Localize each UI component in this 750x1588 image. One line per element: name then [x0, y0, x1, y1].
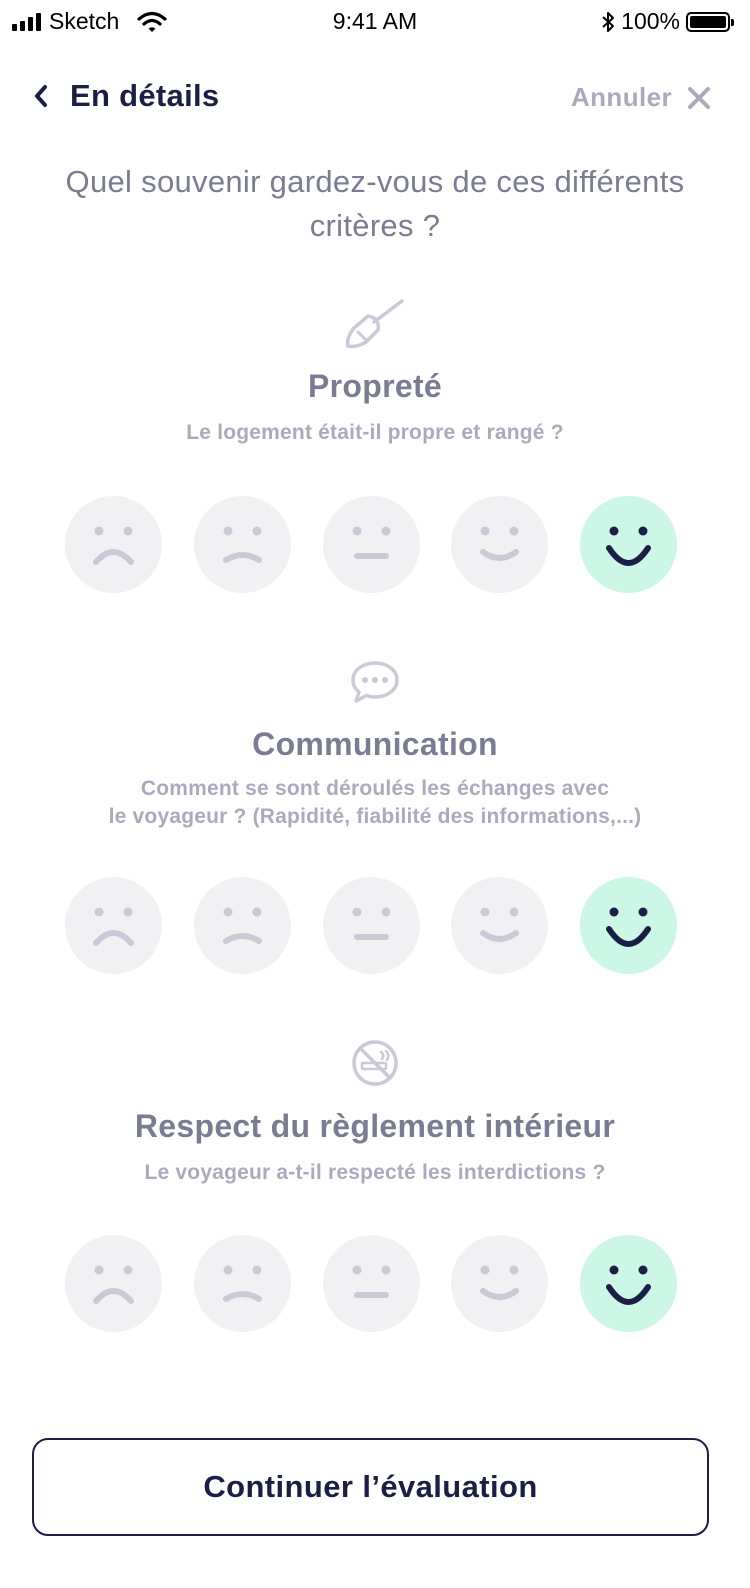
cancel-label: Annuler: [570, 82, 672, 112]
rating-face-neutral[interactable]: [322, 1235, 420, 1332]
rating-face-very-happy[interactable]: [580, 496, 677, 593]
rating-reglement: [65, 1235, 677, 1333]
criterion-subtitle: Le logement était-il propre et rangé ?: [186, 421, 564, 444]
sad-face-icon: [222, 526, 262, 563]
no-smoking-icon: [352, 1040, 398, 1086]
rating-face-neutral[interactable]: [322, 877, 420, 974]
rating-face-very-happy[interactable]: [580, 877, 677, 974]
rating-proprete: [65, 496, 677, 594]
neutral-face-icon: [352, 1265, 390, 1298]
happy-face-icon: [480, 1265, 520, 1300]
happy-face-icon: [480, 907, 520, 942]
page-title: En détails: [70, 78, 220, 113]
rating-face-very-happy[interactable]: [580, 1235, 677, 1332]
back-button[interactable]: En détails: [30, 78, 219, 114]
rating-face-very-sad[interactable]: [65, 1235, 162, 1332]
criterion-subtitle-line-1: Comment se sont déroulés les échanges av…: [140, 777, 610, 800]
rating-face-sad[interactable]: [193, 877, 291, 974]
broom-icon: [345, 299, 404, 349]
very-happy-face-icon: [606, 907, 651, 947]
criterion-subtitle-line-2: le voyageur ? (Rapidité, fiabilité des i…: [108, 805, 642, 828]
criterion-subtitle: Le voyageur a-t-il respecté les interdic…: [144, 1161, 606, 1184]
sad-face-icon: [222, 907, 262, 944]
very-happy-face-icon: [606, 1265, 651, 1305]
rating-face-happy[interactable]: [451, 496, 549, 593]
cancel-button[interactable]: Annuler: [571, 82, 712, 113]
very-happy-face-icon: [606, 526, 651, 566]
very-sad-face-icon: [93, 1265, 134, 1304]
happy-face-icon: [480, 526, 520, 561]
status-bar: Sketch 9:41 AM 100%: [0, 0, 750, 44]
very-sad-face-icon: [93, 907, 134, 946]
chevron-left-icon: [35, 85, 47, 107]
question-text: Quel souvenir gardez-vous de ces différe…: [65, 164, 685, 243]
rating-face-very-sad[interactable]: [65, 877, 162, 974]
rating-face-sad[interactable]: [193, 496, 291, 593]
rating-communication: [65, 877, 677, 975]
rating-face-happy[interactable]: [451, 877, 549, 974]
rating-face-sad[interactable]: [193, 1235, 291, 1332]
criterion-proprete: Propreté Le logement était-il propre et …: [0, 298, 750, 447]
very-sad-face-icon: [93, 526, 134, 565]
rating-face-happy[interactable]: [451, 1235, 549, 1332]
neutral-face-icon: [352, 907, 390, 940]
bluetooth-icon: [602, 11, 615, 32]
nav-header: En détails Annuler: [0, 78, 750, 124]
criterion-communication: Communication Comment se sont déroulés l…: [0, 660, 750, 831]
chat-bubble-icon: [351, 661, 399, 703]
sad-face-icon: [222, 1265, 262, 1302]
criterion-title: Communication: [252, 726, 498, 762]
criterion-title: Propreté: [308, 368, 442, 404]
battery-icon: [686, 11, 734, 32]
rating-face-neutral[interactable]: [322, 496, 420, 593]
close-icon: [688, 86, 710, 109]
rating-face-very-sad[interactable]: [65, 496, 162, 593]
criterion-reglement: Respect du règlement intérieur Le voyage…: [0, 1038, 750, 1187]
continue-button[interactable]: Continuer l’évaluation: [32, 1438, 709, 1536]
status-right: 100%: [601, 8, 734, 35]
battery-percent: 100%: [621, 8, 680, 34]
criterion-title: Respect du règlement intérieur: [134, 1108, 616, 1144]
neutral-face-icon: [352, 526, 390, 559]
